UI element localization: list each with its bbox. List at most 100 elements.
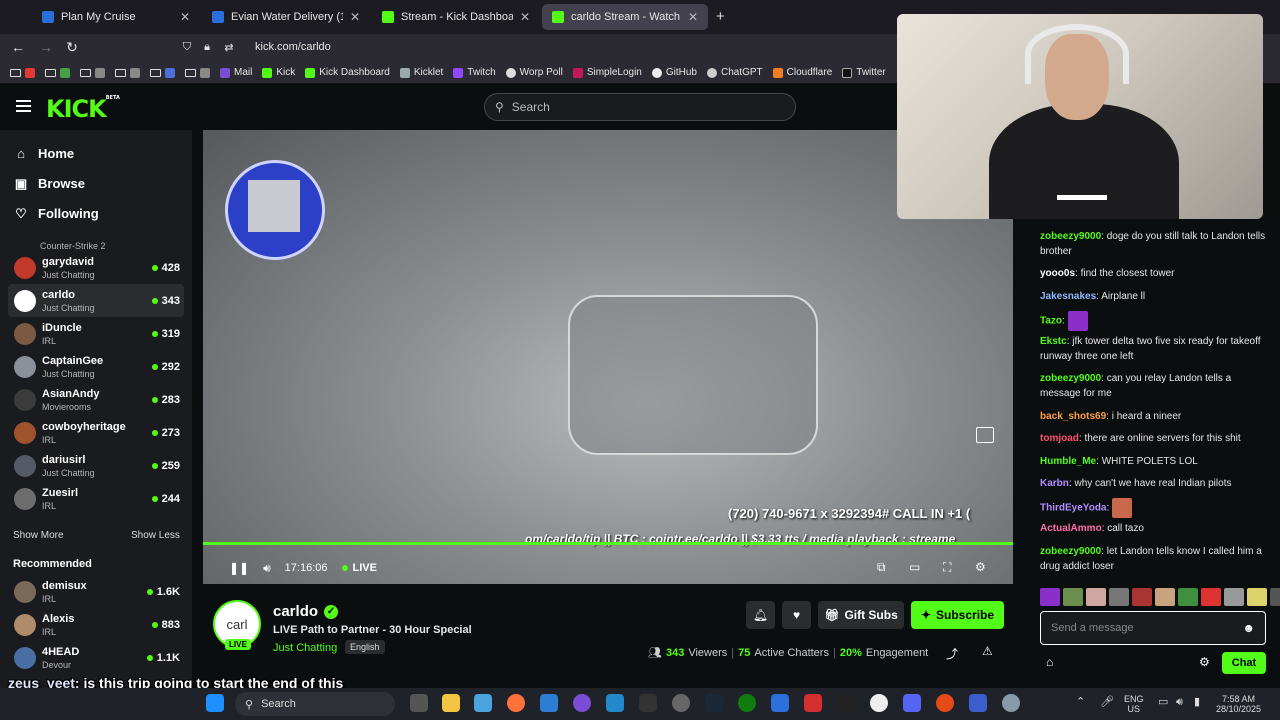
search-input[interactable]: ⚲ Search <box>484 93 796 121</box>
battery-icon[interactable]: ▮ <box>1194 697 1200 708</box>
emote-icon[interactable] <box>1086 588 1106 606</box>
bookmark-chatgpt[interactable]: ChatGPT <box>706 67 763 78</box>
sidebar-channel[interactable]: 4HEAD Devour 1.1K <box>8 641 184 674</box>
terminal-icon[interactable] <box>639 694 657 712</box>
emote-icon[interactable] <box>1201 588 1221 606</box>
clock[interactable]: 7:58 AM 28/10/2025 <box>1216 694 1261 714</box>
sidebar-channel[interactable]: demisux IRL 1.6K <box>8 575 184 608</box>
sidebar-channel[interactable]: garydavid Just Chatting 428 <box>8 251 184 284</box>
volume-icon[interactable]: 🔊︎ <box>263 561 271 576</box>
stream-category[interactable]: Just Chatting <box>273 642 337 654</box>
chat-username[interactable]: Karbn <box>1040 478 1069 489</box>
reload-icon[interactable]: ↻ <box>63 39 81 56</box>
emote-icon[interactable] <box>1155 588 1175 606</box>
microphone-icon[interactable]: 🎤︎ <box>1100 697 1114 708</box>
steam-icon[interactable] <box>705 694 723 712</box>
browser-tab-active[interactable]: carldo Stream - Watch Live ✕ <box>542 4 708 30</box>
emoji-icon[interactable]: ☻ <box>1242 621 1255 635</box>
popout-icon[interactable] <box>976 427 994 443</box>
bookmark-github[interactable]: GitHub <box>651 67 697 78</box>
bookmark-folder[interactable] <box>150 67 175 78</box>
close-icon[interactable]: ✕ <box>350 10 360 24</box>
bookmark-folder[interactable] <box>80 67 105 78</box>
back-icon[interactable]: ← <box>9 39 27 55</box>
clip-icon[interactable]: ⧉ <box>877 560 886 575</box>
copilot-icon[interactable] <box>474 694 492 712</box>
show-more-button[interactable]: Show More <box>13 530 64 541</box>
app-icon[interactable] <box>771 694 789 712</box>
settings-icon[interactable]: ⚙ <box>975 560 986 574</box>
emote-icon[interactable] <box>1063 588 1083 606</box>
fullscreen-icon[interactable]: ⛶ <box>943 560 951 575</box>
bookmark-simplelogin[interactable]: SimpleLogin <box>572 67 642 78</box>
chat-username[interactable]: zobeezy9000 <box>1040 373 1101 384</box>
xbox-icon[interactable] <box>738 694 756 712</box>
discord-icon[interactable] <box>903 694 921 712</box>
chat-username[interactable]: Jakesnakes <box>1040 291 1096 302</box>
report-icon[interactable]: ⚠ <box>982 644 993 658</box>
notification-bell-button[interactable]: 🔔︎ <box>746 601 775 629</box>
forward-icon[interactable]: → <box>37 39 55 55</box>
video-player[interactable]: (720) 740-9671 x 3292394# CALL IN +1 ( o… <box>203 130 1013 584</box>
store-app-icon[interactable] <box>540 694 558 712</box>
bookmark-folder[interactable] <box>115 67 140 78</box>
emote-icon[interactable] <box>1040 588 1060 606</box>
bookmark-worp-poll[interactable]: Worp Poll <box>505 67 563 78</box>
settings-app-icon[interactable] <box>1002 694 1020 712</box>
nav-home[interactable]: ⌂ Home <box>14 146 74 161</box>
browser-tab[interactable]: Stream - Kick Dashboard ✕ <box>372 4 540 30</box>
sidebar-channel[interactable]: carldo Just Chatting 343 <box>8 284 184 317</box>
sidebar-channel[interactable]: cowboyheritage IRL 273 <box>8 416 184 449</box>
chat-username[interactable]: yooo0s <box>1040 268 1075 279</box>
language-indicator[interactable]: ENG US <box>1124 694 1144 714</box>
app-icon[interactable] <box>969 694 987 712</box>
task-view-icon[interactable] <box>410 694 428 712</box>
bookmark-folder[interactable] <box>185 67 210 78</box>
epic-games-icon[interactable] <box>837 694 855 712</box>
shield-icon[interactable]: ⛉ <box>178 41 196 54</box>
chat-username[interactable]: Humble_Me <box>1040 456 1096 467</box>
new-tab-button[interactable]: + <box>716 8 725 25</box>
bookmark-kick[interactable]: Kick <box>262 67 295 78</box>
nav-following[interactable]: ♡ Following <box>14 206 98 221</box>
file-explorer-icon[interactable] <box>442 694 460 712</box>
chat-username[interactable]: zobeezy9000 <box>1040 231 1101 242</box>
emote-icon[interactable] <box>1178 588 1198 606</box>
speaker-icon[interactable]: 🔊︎ <box>1176 697 1183 708</box>
bookmark-cloudflare[interactable]: Cloudflare <box>772 67 832 78</box>
close-icon[interactable]: ✕ <box>688 10 698 24</box>
url-bar[interactable]: kick.com/carldo <box>255 41 331 53</box>
bookmark-twitch[interactable]: Twitch <box>453 67 496 78</box>
chat-username[interactable]: tomjoad <box>1040 433 1079 444</box>
sidebar-channel[interactable]: AsianAndy Movierooms 283 <box>8 383 184 416</box>
taskbar-search[interactable]: ⚲ Search <box>235 692 395 716</box>
vscode-icon[interactable] <box>606 694 624 712</box>
app-icon[interactable] <box>804 694 822 712</box>
show-less-button[interactable]: Show Less <box>131 530 180 541</box>
app-icon[interactable] <box>936 694 954 712</box>
close-icon[interactable]: ✕ <box>180 10 190 24</box>
lock-icon[interactable]: 🔒︎ <box>198 41 216 54</box>
chat-username[interactable]: Tazo <box>1040 316 1062 327</box>
bookmark-kick-dashboard[interactable]: Kick Dashboard <box>305 67 390 78</box>
menu-icon[interactable] <box>16 100 31 115</box>
bookmark-folder[interactable] <box>45 67 70 78</box>
emote-icon[interactable] <box>1109 588 1129 606</box>
gift-subs-button[interactable]: 🎁︎ Gift Subs <box>818 601 904 629</box>
browser-tab[interactable]: Evian Water Delivery (12 or 24 ✕ <box>202 4 370 30</box>
share-icon[interactable]: ⤴ <box>946 645 958 662</box>
store-icon[interactable]: ⌂ <box>1046 655 1053 669</box>
sidebar-channel[interactable]: CaptainGee Just Chatting 292 <box>8 350 184 383</box>
sidebar-channel[interactable]: Zuesirl IRL 244 <box>8 482 184 515</box>
video-progress-bar[interactable] <box>203 542 1013 545</box>
chat-username[interactable]: ActualAmmo <box>1040 523 1102 534</box>
sidebar-channel[interactable]: iDuncle IRL 319 <box>8 317 184 350</box>
chat-input[interactable]: Send a message ☻ <box>1040 611 1266 645</box>
github-desktop-icon[interactable] <box>573 694 591 712</box>
chat-settings-icon[interactable]: ⚙ <box>1199 655 1210 669</box>
bookmark-mail[interactable]: Mail <box>220 67 252 78</box>
follow-button[interactable]: ♥ <box>782 601 811 629</box>
chevron-up-icon[interactable]: ⌃ <box>1076 697 1085 708</box>
network-icon[interactable]: ▭ <box>1158 697 1168 708</box>
pause-icon[interactable]: ❚❚ <box>229 561 249 575</box>
